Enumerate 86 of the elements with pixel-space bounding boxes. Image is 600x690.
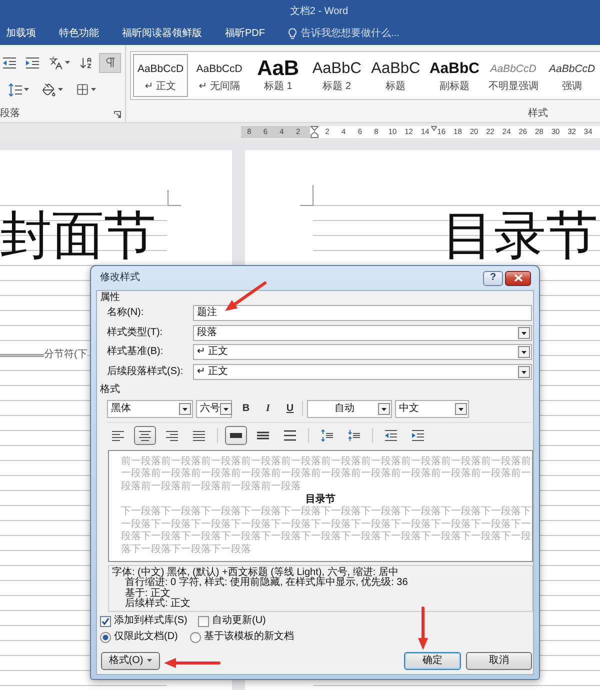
caret-icon: [58, 88, 62, 91]
font-select[interactable]: 黑体: [107, 400, 193, 418]
script-select[interactable]: 中文: [395, 400, 469, 418]
caret-icon: [64, 61, 70, 64]
caret-icon: [91, 88, 96, 91]
description-line: 首行缩进: 0 字符, 样式: 使用前隐藏, 在样式库中显示, 优先级: 36: [125, 578, 408, 588]
increase-indent-icon: [411, 428, 425, 442]
tell-me-field[interactable]: 告诉我您想要做什么...: [288, 26, 400, 40]
bold-button[interactable]: B: [236, 400, 256, 418]
field-label: 后续段落样式(S):: [107, 366, 184, 378]
select-field[interactable]: ↵ 正文: [193, 344, 532, 360]
format-menu-button[interactable]: 格式(O): [101, 652, 160, 670]
ribbon-tab[interactable]: 加载项: [6, 26, 36, 40]
indent-marker-icon[interactable]: [430, 126, 436, 130]
group-label: 样式: [528, 108, 548, 120]
lightbulb-icon: [288, 28, 297, 40]
checkbox[interactable]: [100, 616, 111, 626]
paint-bucket-icon: [42, 82, 56, 96]
checkbox-label: 添加到样式库(S): [114, 615, 188, 627]
line-spacing-icon: [8, 82, 22, 96]
caret-icon: [147, 659, 152, 662]
font-size-select[interactable]: 六号: [196, 400, 232, 418]
window-title: 文档2 - Word: [290, 4, 348, 18]
radio-label: 仅限此文档(D): [114, 631, 178, 643]
font-colour-select[interactable]: 自动: [307, 400, 392, 418]
corner-mark-icon: [167, 190, 181, 206]
pilcrow-icon: [104, 56, 116, 69]
checkbox[interactable]: [198, 616, 209, 626]
radio-button[interactable]: [100, 632, 111, 642]
show-marks-button[interactable]: [99, 52, 121, 72]
radio-button[interactable]: [190, 632, 201, 642]
checkbox-label: 自动更新(U): [212, 615, 266, 627]
description-line: 后续样式: 正文: [125, 599, 191, 610]
corner-mark-icon: [300, 185, 314, 206]
increase-indent-icon: [25, 56, 40, 68]
align-center-button[interactable]: [134, 426, 156, 444]
radio-label: 基于该模板的新文档: [204, 631, 294, 643]
italic-button[interactable]: I: [258, 400, 278, 418]
page-heading: 目录节: [442, 208, 598, 264]
group-label: 格式: [100, 384, 120, 396]
justify-icon: [192, 428, 206, 442]
preview-sample-text: 目录节: [306, 494, 336, 506]
group-label: 段落: [0, 108, 20, 120]
decrease-indent-icon: [384, 428, 398, 442]
select-field[interactable]: ↵ 正文: [193, 364, 532, 380]
language-icon: [48, 56, 62, 70]
caret-icon: [24, 88, 28, 91]
page-heading: 封面节: [0, 208, 156, 264]
field-label: 样式基准(B):: [107, 346, 164, 358]
single-spacing-button[interactable]: [225, 426, 247, 444]
decrease-indent-icon: [2, 56, 17, 68]
field-label: 名称(N):: [107, 307, 145, 319]
annotation-arrow: [222, 280, 268, 314]
group-label: 属性: [100, 292, 120, 304]
cancel-button[interactable]: 取消: [466, 652, 532, 670]
input-field[interactable]: 题注: [193, 305, 532, 321]
align-center-icon: [138, 428, 152, 442]
help-button[interactable]: ?: [483, 270, 503, 286]
select-field[interactable]: 段落: [193, 324, 532, 340]
preview-text: 前一段落前一段落前一段落前一段落前一段落前一段落前一段落前一段落前一段落前一段落前一段落前一段落前一段落前一段落前一段落前一段落前一段落前一段落前一段落前一段落前一段落前一段落前一段落前一段落前一段落: [121, 456, 532, 493]
preview-text: 下一段落下一段落下一段落下一段落下一段落下一段落下一段落下一段落下一段落下一段落下一段落下一段落下一段落下一段落下一段落下一段落下一段落下一段落下一段落下一段落下一段落下一段落下一段落下一段落下一段落下一段落下一段落下一段落下一段落下一段落下一段落下一段落下一段落下一段落: [121, 506, 532, 556]
double-spacing-icon: [283, 428, 297, 442]
field-label: 样式类型(T):: [107, 326, 164, 338]
sort-icon: [78, 56, 92, 70]
ribbon-tab[interactable]: 福昕阅读器领鲜版: [122, 26, 202, 40]
underline-button[interactable]: U: [280, 400, 300, 418]
description-line: 基于: 正文: [125, 588, 171, 599]
dialog-title: 修改样式: [100, 272, 140, 284]
ribbon-tab[interactable]: 特色功能: [59, 26, 99, 40]
align-right-icon: [165, 428, 179, 442]
ribbon-tab[interactable]: 福昕PDF: [225, 26, 265, 40]
style-option[interactable]: AaBbCcD ↵ 正文: [133, 54, 188, 97]
section-break-label: 分节符(下: [44, 349, 88, 361]
close-button[interactable]: [505, 270, 531, 286]
grid-icon: [76, 83, 89, 96]
annotation-arrow: [163, 657, 221, 669]
decrease-spacing-icon: [347, 428, 361, 442]
annotation-arrow: [417, 606, 429, 651]
dialog-launcher-icon[interactable]: [114, 110, 121, 118]
description-line: 字体: (中文) 黑体, (默认) +西文标题 (等线 Light), 六号, 缩进: 居中: [112, 568, 398, 578]
align-left-icon: [111, 428, 125, 442]
close-icon: [514, 274, 522, 282]
checkmark-icon: [101, 616, 110, 626]
indent-marker-icon[interactable]: [310, 126, 320, 138]
ok-button[interactable]: 确定: [404, 652, 461, 670]
increase-spacing-icon: [320, 428, 334, 442]
